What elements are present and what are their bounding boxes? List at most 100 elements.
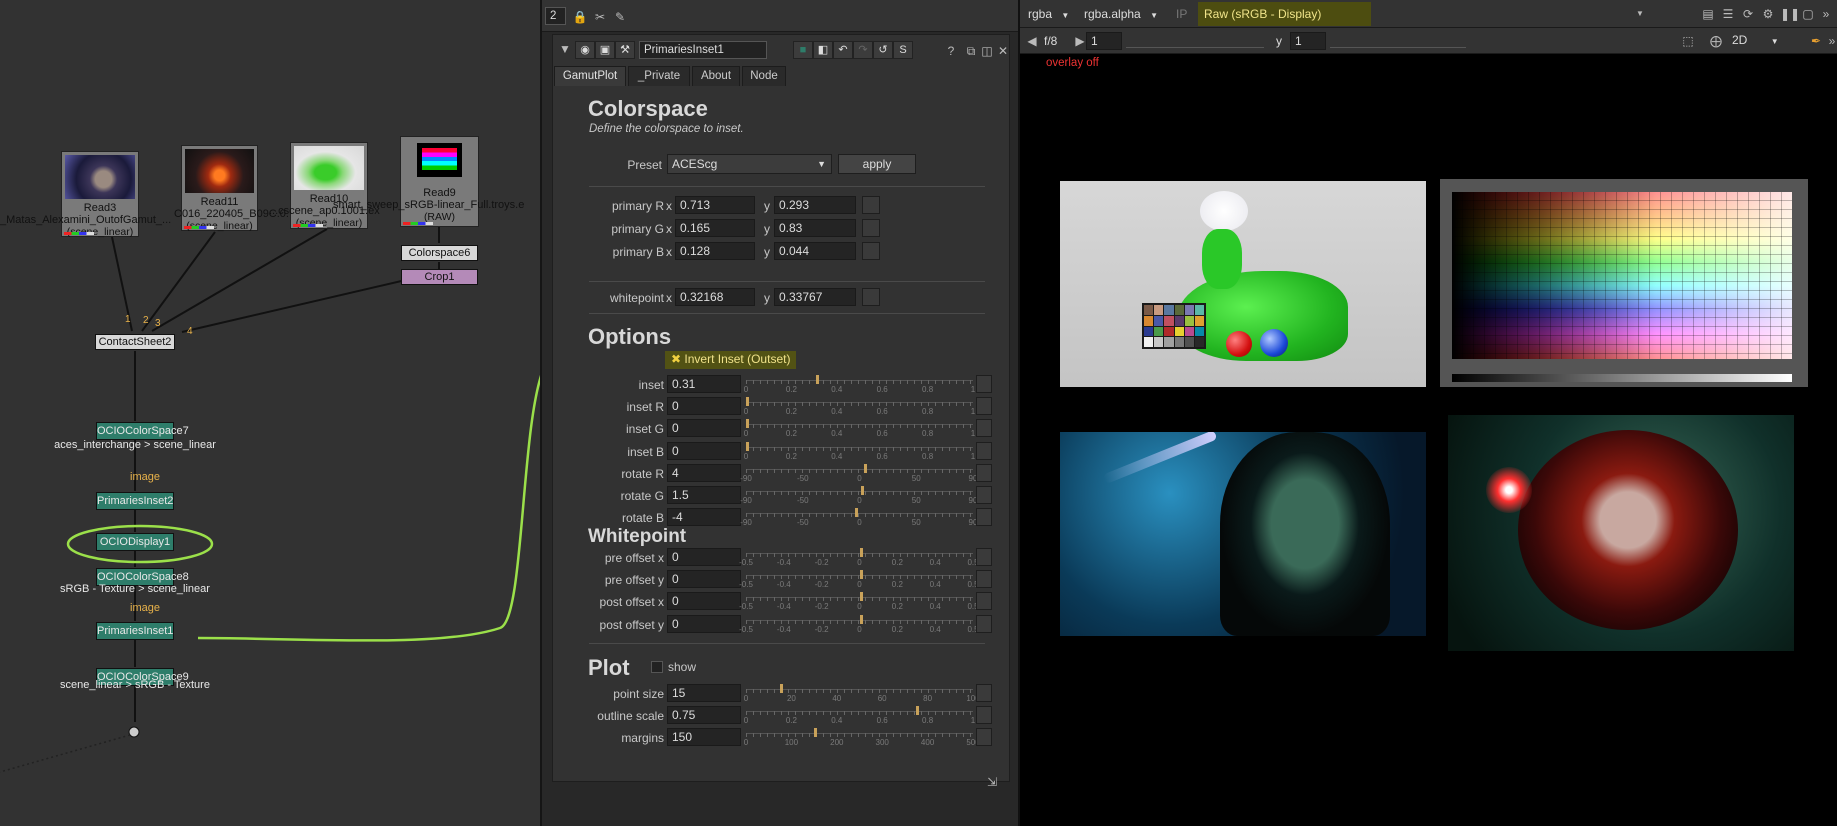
slider-value-field[interactable]: 0 <box>667 397 741 416</box>
gamma-slider[interactable] <box>1330 34 1466 48</box>
animation-curve-icon[interactable] <box>976 508 992 527</box>
x-value-field[interactable]: 0.165 <box>675 219 755 237</box>
animation-curve-icon[interactable] <box>976 570 992 589</box>
primaries-inset1-node[interactable]: PrimariesInset1 <box>96 622 174 640</box>
slider-handle[interactable] <box>854 508 858 518</box>
y-value-field[interactable]: 0.83 <box>774 219 856 237</box>
script-icon[interactable]: S <box>893 41 913 59</box>
animation-curve-icon[interactable] <box>976 486 992 504</box>
value-slider[interactable]: 0 0.2 0.4 0.6 0.8 1 <box>744 375 975 395</box>
value-slider[interactable]: -0.5 -0.4 -0.2 0 0.2 0.4 0.5 <box>739 592 979 612</box>
redo-icon[interactable]: ↷ <box>853 41 873 59</box>
slider-handle[interactable] <box>816 375 820 384</box>
ocio-display1-node[interactable]: OCIODisplay1 <box>96 533 174 551</box>
x-value-field[interactable]: 0.128 <box>675 242 755 260</box>
refresh-icon[interactable]: ⟳ <box>1740 7 1756 21</box>
slider-value-field[interactable]: 4 <box>667 463 741 482</box>
slider-handle[interactable] <box>864 463 868 473</box>
value-slider[interactable]: -0.5 -0.4 -0.2 0 0.2 0.4 0.5 <box>739 614 979 635</box>
crosshair-icon[interactable]: ⨁ <box>1708 34 1724 48</box>
x-value-field[interactable]: 0.32168 <box>675 288 755 306</box>
preset-dropdown[interactable]: ACEScg ▼ <box>667 154 832 174</box>
value-slider[interactable]: -90 -50 0 50 90 <box>740 486 977 506</box>
animation-curve-icon[interactable] <box>862 288 880 306</box>
ocio-colorspace7-node[interactable]: OCIOColorSpace7 <box>96 422 189 440</box>
max-panels-field[interactable]: 2 <box>545 7 566 25</box>
close-icon[interactable]: ✕ <box>995 44 1011 58</box>
x-value-field[interactable]: 0.713 <box>675 196 755 214</box>
tab-node[interactable]: Node <box>742 66 786 86</box>
value-slider[interactable]: -0.5 -0.4 -0.2 0 0.2 0.4 0.5 <box>739 570 979 590</box>
pencil-icon[interactable]: ✎ <box>612 10 628 24</box>
channels-dropdown[interactable]: rgba ▼ <box>1028 4 1078 24</box>
tab-gamutplot[interactable]: GamutPlot <box>554 66 626 86</box>
apply-button[interactable]: apply <box>838 154 916 174</box>
camera-icon[interactable]: ▣ <box>595 41 615 59</box>
animation-curve-icon[interactable] <box>862 196 880 214</box>
slider-value-field[interactable]: 0 <box>667 570 741 589</box>
value-slider[interactable]: 0 0.2 0.4 0.6 0.8 1 <box>744 441 975 462</box>
slider-value-field[interactable]: 0 <box>667 419 741 438</box>
gl-color-icon[interactable]: ◧ <box>813 41 833 59</box>
slider-value-field[interactable]: 1.5 <box>667 486 741 504</box>
slider-value-field[interactable]: 150 <box>667 728 741 747</box>
gain-slider[interactable] <box>1126 34 1264 48</box>
y-value-field[interactable]: 0.293 <box>774 196 856 214</box>
read-node-9[interactable]: Read9 smart_sweep_sRGB-linear_Full.troys… <box>333 136 524 227</box>
slider-value-field[interactable]: -4 <box>667 508 741 527</box>
view-mode-dropdown[interactable]: 2D ▼ <box>1732 30 1792 50</box>
layout-icon[interactable]: ▤ <box>1700 7 1716 21</box>
roi-icon[interactable]: ⬚ <box>1680 34 1696 48</box>
animation-curve-icon[interactable] <box>976 419 992 438</box>
slider-value-field[interactable]: 0.31 <box>667 375 741 393</box>
animation-curve-icon[interactable] <box>976 375 992 393</box>
tab-about[interactable]: About <box>692 66 740 86</box>
crop1-node[interactable]: Crop1 <box>401 269 478 285</box>
more-icon[interactable]: » <box>1824 34 1837 48</box>
value-slider[interactable]: 0 0.2 0.4 0.6 0.8 1 <box>744 419 975 439</box>
slider-value-field[interactable]: 0 <box>667 441 741 460</box>
target-icon[interactable]: ◉ <box>575 41 595 59</box>
revert-icon[interactable]: ↺ <box>873 41 893 59</box>
chevron-down-icon[interactable]: ▼ <box>1632 7 1648 21</box>
animation-curve-icon[interactable] <box>976 397 992 416</box>
pause-icon[interactable]: ❚❚ <box>1780 7 1800 21</box>
animation-curve-icon[interactable] <box>976 614 992 633</box>
slider-value-field[interactable]: 15 <box>667 684 741 702</box>
wrench-icon[interactable]: ⚒ <box>615 41 635 59</box>
float-icon[interactable]: ⧉ <box>963 44 979 58</box>
slider-value-field[interactable]: 0 <box>667 614 741 633</box>
animation-curve-icon[interactable] <box>862 242 880 260</box>
slider-value-field[interactable]: 0.75 <box>667 706 741 725</box>
slider-handle[interactable] <box>859 548 863 557</box>
read-node-11[interactable]: Read11 C016_220405_B09C.0... (scene_line… <box>174 145 295 232</box>
list-icon[interactable]: ☰ <box>1720 7 1736 21</box>
node-color-icon[interactable]: ■ <box>793 41 813 59</box>
value-slider[interactable]: 0 20 40 60 80 100 <box>744 684 980 704</box>
alpha-dropdown[interactable]: rgba.alpha ▼ <box>1084 4 1164 24</box>
slider-handle[interactable] <box>780 684 784 693</box>
node-graph[interactable]: Read3 _Matas_Alexamini_OutofGamut_... (s… <box>0 0 540 826</box>
contactsheet-node[interactable]: ContactSheet2 <box>95 334 175 350</box>
gear-icon[interactable]: ⚙ <box>1760 7 1776 21</box>
animation-curve-icon[interactable] <box>976 441 992 460</box>
value-slider[interactable]: 0 0.2 0.4 0.6 0.8 1 <box>744 706 975 726</box>
value-slider[interactable]: 0 100 200 300 400 500 <box>744 728 980 748</box>
lock-icon[interactable]: 🔒 <box>572 10 588 24</box>
display-dropdown[interactable]: Raw (sRGB - Display) <box>1198 2 1371 26</box>
value-slider[interactable]: -90 -50 0 50 90 <box>740 463 977 484</box>
show-plot-checkbox[interactable] <box>651 661 663 673</box>
animation-curve-icon[interactable] <box>976 548 992 566</box>
collapse-icon[interactable]: ▼ <box>557 42 573 56</box>
y-value-field[interactable]: 0.044 <box>774 242 856 260</box>
slider-handle[interactable] <box>861 486 865 495</box>
value-slider[interactable]: -0.5 -0.4 -0.2 0 0.2 0.4 0.5 <box>739 548 979 568</box>
window-icon[interactable]: ▢ <box>1800 7 1816 21</box>
slider-handle[interactable] <box>859 570 863 580</box>
animation-curve-icon[interactable] <box>976 728 992 747</box>
y-value-field[interactable]: 0.33767 <box>774 288 856 306</box>
animation-curve-icon[interactable] <box>976 463 992 482</box>
ip-button[interactable]: IP <box>1176 4 1194 24</box>
gamma-field[interactable]: 1 <box>1290 32 1326 50</box>
slider-handle[interactable] <box>746 441 749 451</box>
